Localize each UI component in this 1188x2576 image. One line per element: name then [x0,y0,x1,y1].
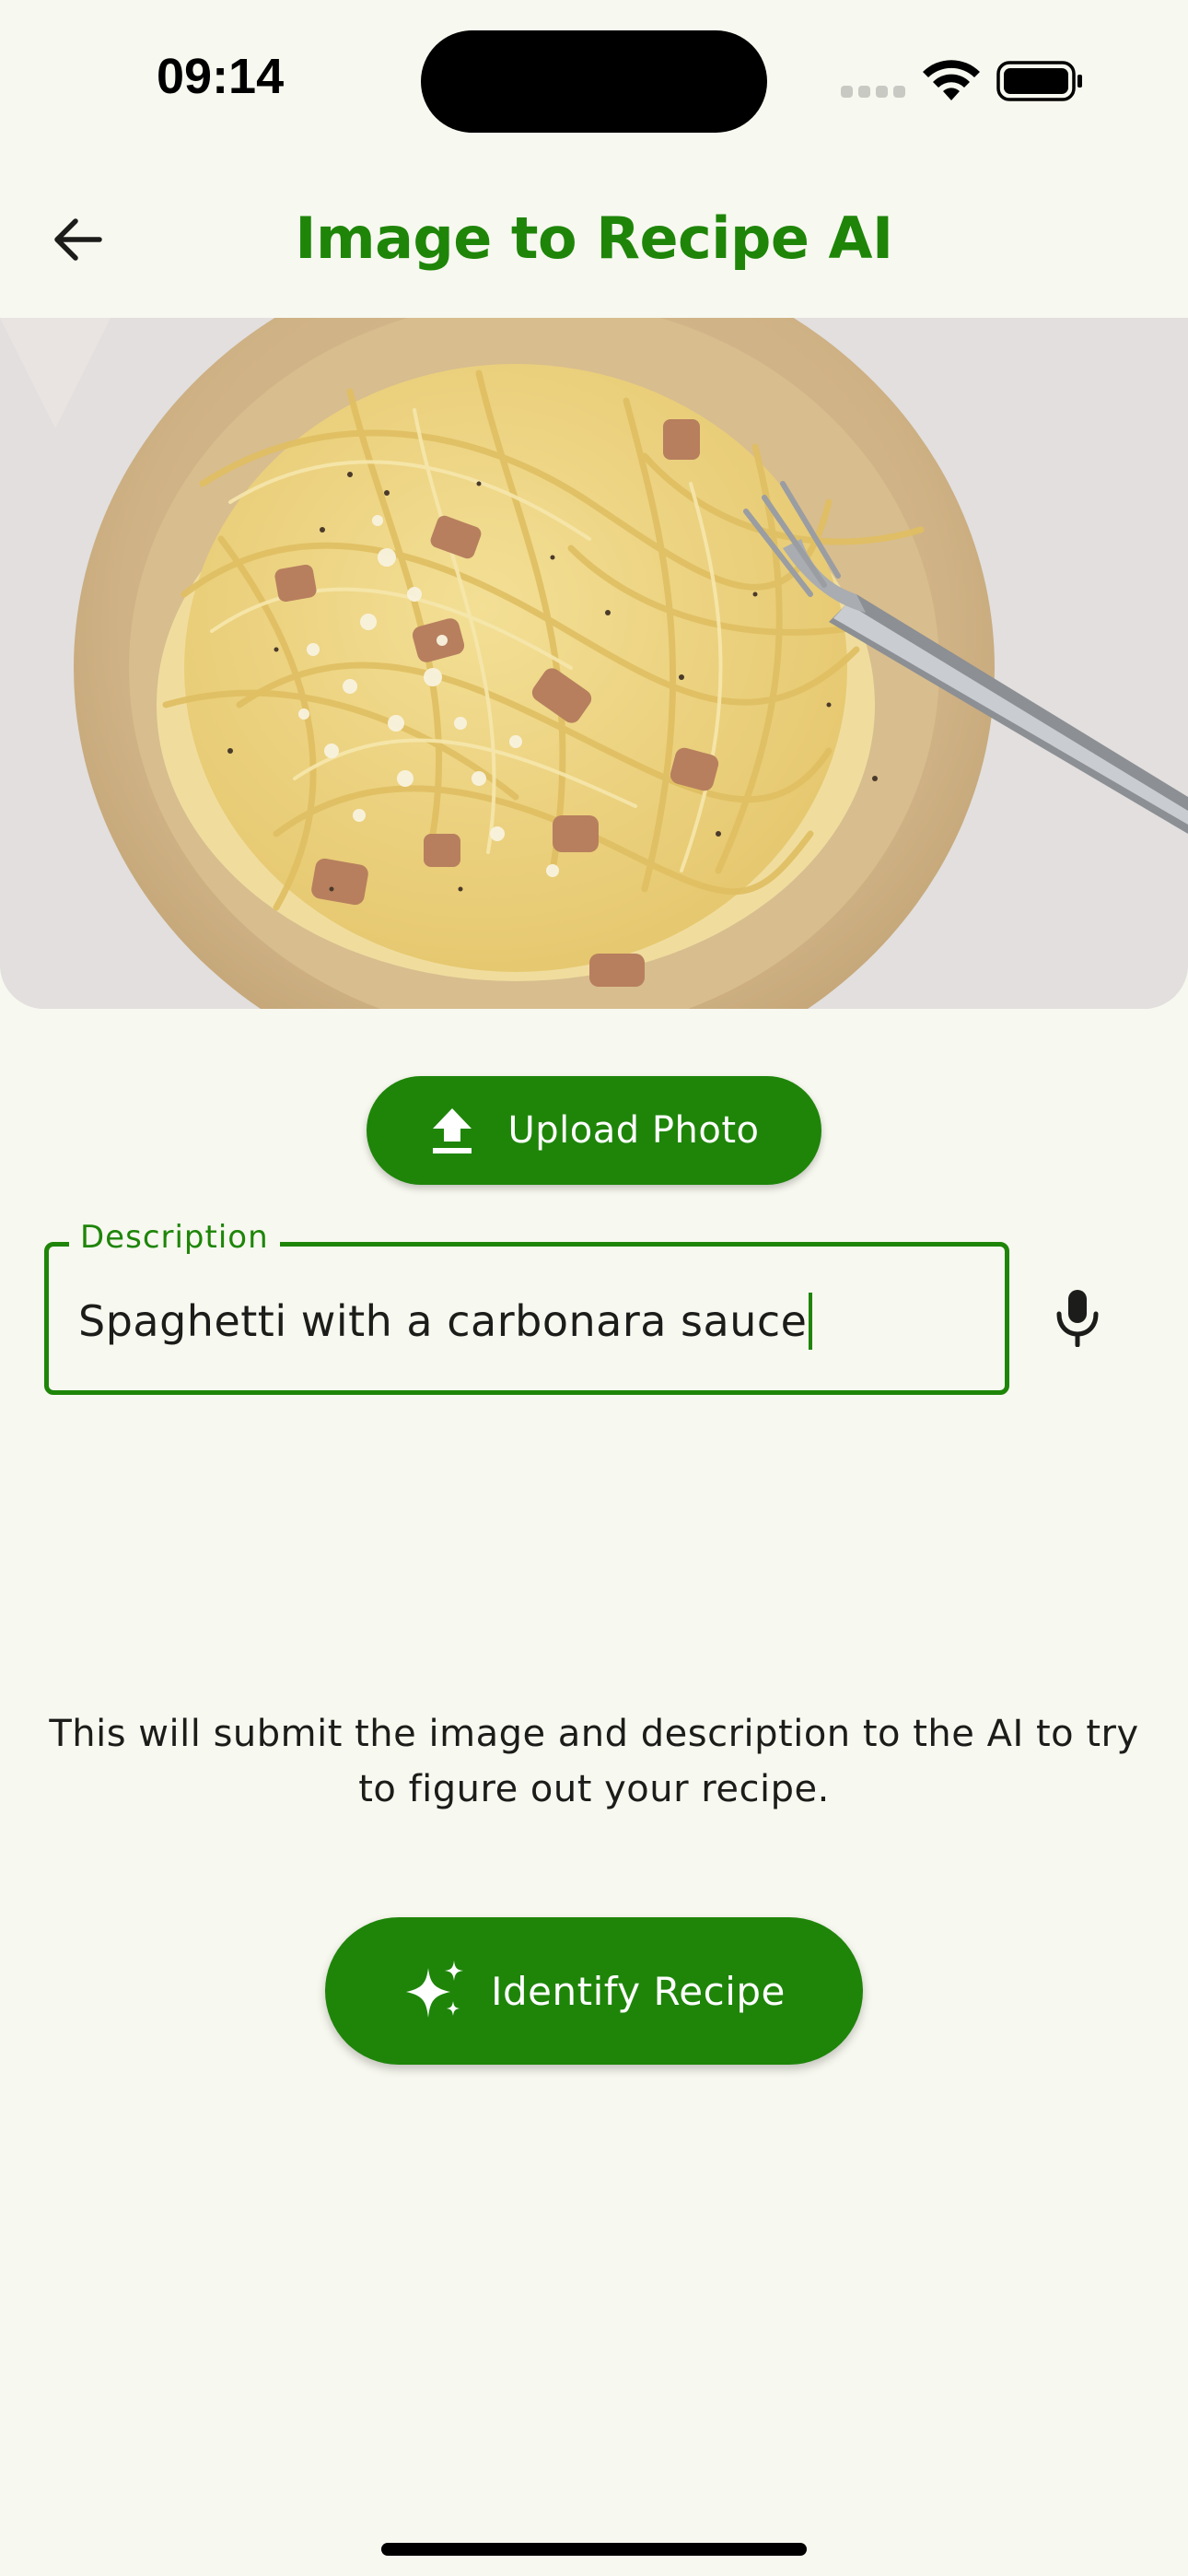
spaghetti-carbonara-illustration [0,318,1188,1009]
voice-input-button[interactable] [1041,1281,1114,1354]
status-bar: 09:14 [0,0,1188,157]
battery-icon [996,61,1082,101]
description-input[interactable]: Spaghetti with a carbonara sauce [78,1293,813,1350]
sparkles-icon [402,1959,467,2023]
cellular-signal-icon [841,86,905,99]
status-time: 09:14 [157,49,285,104]
dynamic-island [421,30,767,133]
microphone-icon [1056,1290,1099,1347]
info-text: This will submit the image and descripti… [49,1713,1139,1810]
identify-recipe-button[interactable]: Identify Recipe [325,1917,863,2065]
description-value: Spaghetti with a carbonara sauce [78,1296,808,1346]
description-label: Description [69,1219,280,1256]
text-cursor [809,1293,813,1350]
upload-icon [429,1105,475,1156]
dish-photo [0,318,1188,1009]
upload-photo-label: Upload Photo [507,1109,760,1152]
upload-photo-button[interactable]: Upload Photo [367,1076,821,1185]
identify-recipe-label: Identify Recipe [491,1968,786,2014]
home-indicator[interactable] [381,2543,807,2556]
page-title: Image to Recipe AI [295,205,893,272]
wifi-icon [923,60,980,100]
app-bar: Image to Recipe AI [0,157,1188,318]
description-field[interactable]: Description Spaghetti with a carbonara s… [44,1219,1009,1395]
